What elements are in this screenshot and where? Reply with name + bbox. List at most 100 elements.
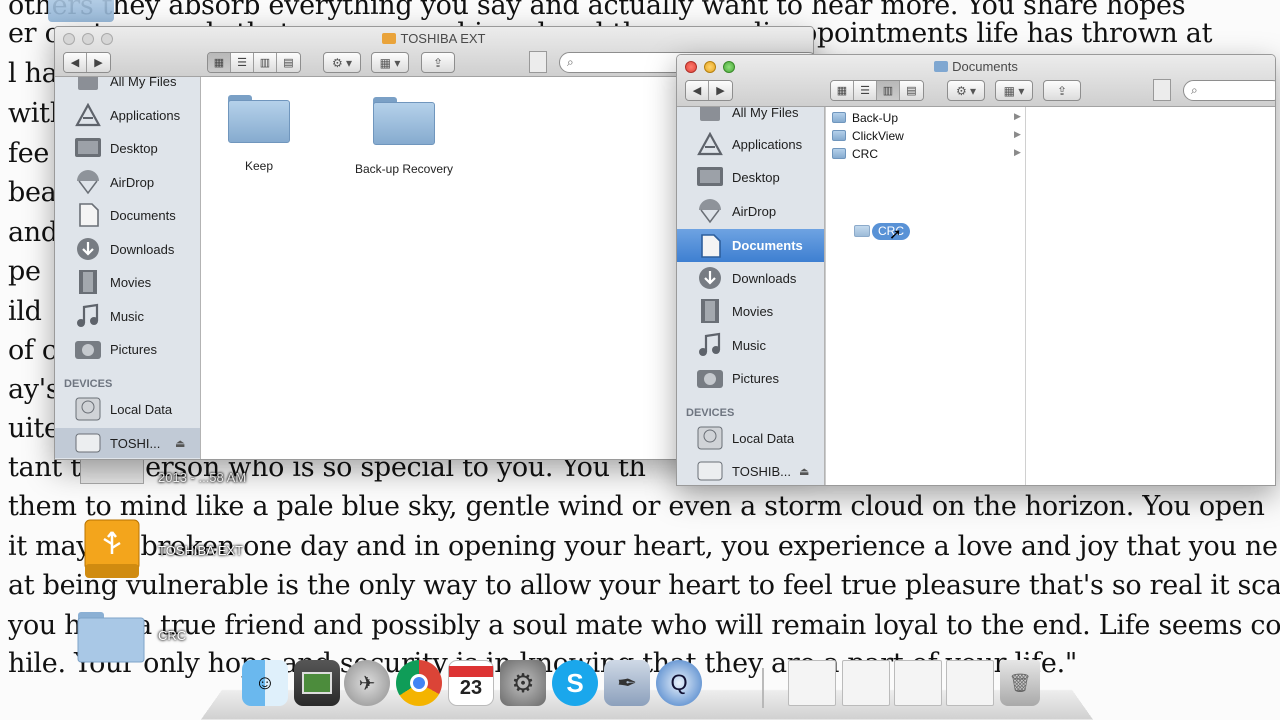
back-button[interactable]: ◀: [686, 81, 709, 100]
trash-icon[interactable]: 🗑: [1000, 660, 1040, 706]
column-view-button[interactable]: ▥: [877, 81, 900, 100]
desktop-screenshot-label: 2013 - ...58 AM: [158, 470, 247, 485]
sidebar-item-label: Documents: [110, 207, 176, 223]
external-drive-desktop-icon[interactable]: [82, 518, 142, 582]
bg-text-line: bea: [8, 177, 57, 208]
bg-text-line: at being vulnerable is the only way to a…: [8, 570, 1280, 601]
action-menu-button[interactable]: ⚙ ▾: [323, 52, 361, 73]
calendar-icon[interactable]: 23: [448, 660, 494, 706]
airdrop-icon: [73, 168, 103, 196]
view-mode-control[interactable]: ▦ ☰ ▥ ▤: [830, 80, 924, 101]
sidebar-item-pictures[interactable]: Pictures: [677, 363, 824, 393]
sidebar-item-all-my-files[interactable]: All My Files: [55, 77, 200, 96]
sidebar-item-applications[interactable]: Applications: [677, 129, 824, 159]
folder-label-backup-recovery[interactable]: Back-up Recovery: [339, 162, 469, 176]
action-menu-button[interactable]: ⚙ ▾: [947, 80, 985, 101]
doc-thumbnail-icon[interactable]: [946, 660, 994, 706]
folder-icon[interactable]: [228, 95, 290, 143]
sidebar-item-label: All My Files: [732, 107, 799, 120]
sidebar-item-label: TOSHI...: [110, 435, 161, 451]
list-view-button[interactable]: ☰: [231, 53, 254, 72]
bg-text-line: and: [8, 217, 58, 248]
bg-text-line: fee: [8, 138, 50, 169]
sidebar-item-label: AirDrop: [110, 174, 155, 190]
jpeg-file-icon: [1153, 79, 1171, 101]
sidebar-item-movies[interactable]: Movies: [677, 296, 824, 326]
desktop-crc-label: CRC: [158, 628, 187, 643]
folder-icon[interactable]: [373, 97, 435, 145]
column-view-button[interactable]: ▥: [254, 53, 277, 72]
skype-icon[interactable]: S: [552, 660, 598, 706]
search-input[interactable]: ⌕: [1183, 80, 1275, 101]
finder-icon[interactable]: ☺: [242, 660, 288, 706]
forward-button[interactable]: ▶: [709, 81, 732, 100]
sidebar-item-applications[interactable]: Applications: [55, 100, 200, 130]
back-forward-control[interactable]: ◀ ▶: [685, 80, 733, 101]
icon-view-button[interactable]: ▦: [831, 81, 854, 100]
share-button[interactable]: ⇪: [421, 52, 455, 73]
launchpad-icon[interactable]: ✈: [344, 660, 390, 706]
sidebar-item-downloads[interactable]: Downloads: [55, 234, 200, 264]
list-item[interactable]: ClickView ▶: [826, 127, 1026, 145]
hard-disk-icon: [695, 424, 725, 452]
sidebar-item-desktop[interactable]: Desktop: [55, 133, 200, 163]
coverflow-view-button[interactable]: ▤: [277, 53, 300, 72]
icon-view-button[interactable]: ▦: [208, 53, 231, 72]
sidebar-item-music[interactable]: Music: [677, 330, 824, 360]
sidebar-device-toshiba[interactable]: TOSHI... ⏏: [55, 428, 200, 458]
bg-text-line: ay's: [8, 374, 60, 405]
sidebar-item-pictures[interactable]: Pictures: [55, 334, 200, 364]
sidebar-item-desktop[interactable]: Desktop: [677, 162, 824, 192]
doc-thumbnail-icon[interactable]: [894, 660, 942, 706]
sidebar-item-downloads[interactable]: Downloads: [677, 263, 824, 293]
coverflow-view-button[interactable]: ▤: [900, 81, 923, 100]
folder-label-keep[interactable]: Keep: [209, 159, 309, 173]
desktop-icon: [695, 163, 725, 191]
list-view-button[interactable]: ☰: [854, 81, 877, 100]
pictures-icon: [73, 335, 103, 363]
eject-icon[interactable]: ⏏: [175, 437, 185, 450]
share-button[interactable]: ⇪: [1043, 80, 1081, 101]
back-button[interactable]: ◀: [64, 53, 87, 72]
sidebar-item-label: Desktop: [732, 169, 780, 185]
doc-thumbnail-icon[interactable]: [842, 660, 890, 706]
sidebar-item-label: Music: [732, 337, 766, 353]
eject-icon[interactable]: ⏏: [799, 465, 809, 478]
window-title: Documents: [677, 59, 1275, 74]
calendar-header-icon: [449, 666, 493, 677]
desktop-folder-icon[interactable]: [48, 0, 114, 22]
dock-separator: [762, 668, 764, 708]
chrome-icon[interactable]: [396, 660, 442, 706]
bg-text-line: uite: [8, 413, 60, 444]
window-toolbar: Documents ◀ ▶ ▦ ☰ ▥ ▤ ⚙ ▾ ▦ ▾ ⇪ ⌕: [677, 55, 1275, 107]
pages-icon[interactable]: ✒: [604, 660, 650, 706]
doc-thumbnail-icon[interactable]: [788, 660, 836, 706]
arrange-menu-button[interactable]: ▦ ▾: [995, 80, 1033, 101]
sidebar-item-airdrop[interactable]: AirDrop: [677, 196, 824, 226]
forward-button[interactable]: ▶: [87, 53, 110, 72]
sidebar-device-toshiba[interactable]: TOSHIB... ⏏: [677, 456, 824, 485]
list-item[interactable]: CRC ▶: [826, 145, 1026, 163]
arrange-menu-button[interactable]: ▦ ▾: [371, 52, 409, 73]
sidebar-item-all-my-files[interactable]: All My Files: [677, 107, 824, 127]
sidebar-item-movies[interactable]: Movies: [55, 267, 200, 297]
view-mode-control[interactable]: ▦ ☰ ▥ ▤: [207, 52, 301, 73]
sidebar-item-documents[interactable]: Documents: [677, 229, 824, 262]
chrome-center-icon: [410, 674, 428, 692]
quicktime-icon[interactable]: Q: [656, 660, 702, 706]
photo-booth-icon[interactable]: [294, 660, 340, 706]
sidebar-device-local-data[interactable]: Local Data: [677, 423, 824, 453]
back-forward-control[interactable]: ◀ ▶: [63, 52, 111, 73]
finder-window-documents[interactable]: Documents ◀ ▶ ▦ ☰ ▥ ▤ ⚙ ▾ ▦ ▾ ⇪ ⌕ All My …: [676, 54, 1276, 486]
system-preferences-icon[interactable]: ⚙: [500, 660, 546, 706]
desktop-crc-folder-icon[interactable]: [76, 610, 146, 664]
list-item[interactable]: Back-Up ▶: [826, 109, 1026, 127]
list-item-label: ClickView: [852, 129, 904, 143]
pictures-icon: [695, 364, 725, 392]
sidebar-item-airdrop[interactable]: AirDrop: [55, 167, 200, 197]
sidebar-item-documents[interactable]: Documents: [55, 200, 200, 230]
sidebar-device-local-data[interactable]: Local Data: [55, 394, 200, 424]
sidebar-item-music[interactable]: Music: [55, 301, 200, 331]
dragged-folder-icon: [854, 225, 870, 237]
finder-sidebar: All My Files Applications Desktop AirDro…: [55, 77, 201, 459]
